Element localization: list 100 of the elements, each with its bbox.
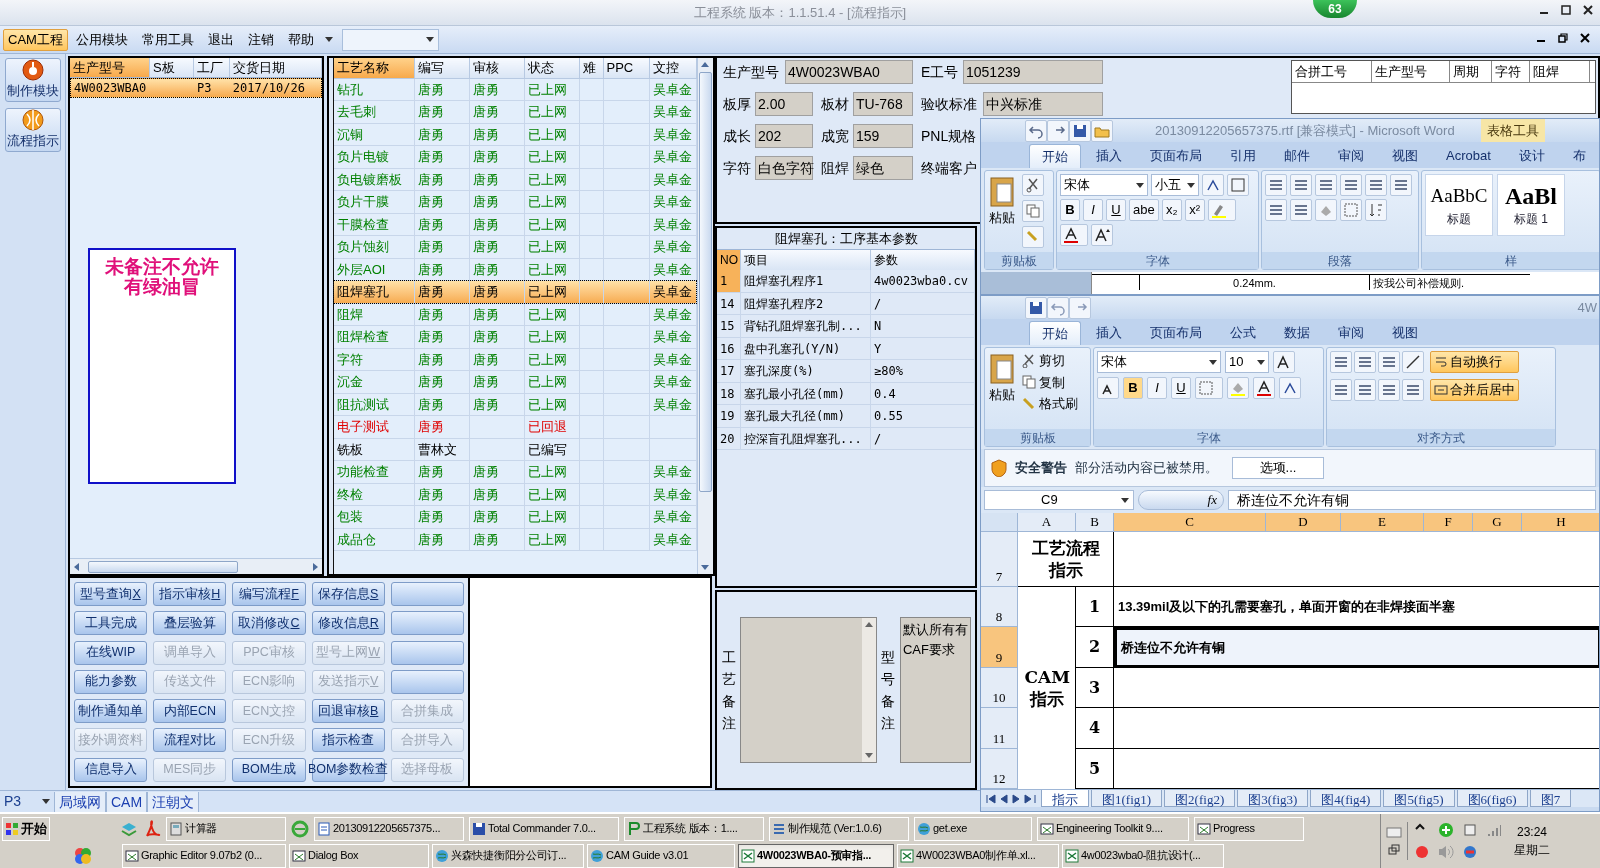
action-button[interactable]: 制作通知单 xyxy=(74,699,148,724)
taskbar-button[interactable]: Graphic Editor 9.07b2 (0... xyxy=(122,843,286,868)
taskbar-button[interactable]: 计算器 xyxy=(166,816,286,841)
grow-font-button[interactable] xyxy=(1091,224,1113,246)
numbering-button[interactable] xyxy=(1290,174,1312,196)
ribbon-tab[interactable]: 开始 xyxy=(1029,321,1081,345)
orientation-button[interactable] xyxy=(1402,351,1424,373)
sheet-tab[interactable]: 图2(fig2) xyxy=(1164,790,1236,807)
menu-item[interactable]: 注销 xyxy=(241,28,280,51)
taskbar-button[interactable]: Total Commander 7.0... xyxy=(469,816,619,841)
merge-center-button[interactable]: 合并后居中 xyxy=(1430,379,1519,401)
phonetic-button[interactable] xyxy=(1279,377,1301,399)
fill-color-button[interactable] xyxy=(1227,377,1249,399)
column-header[interactable]: 参数 xyxy=(871,250,975,270)
table-row[interactable]: 终检 唐勇 唐勇 已上网 吴卓金 xyxy=(334,483,696,506)
text-field[interactable]: 绿色 xyxy=(853,156,913,180)
borders-button[interactable] xyxy=(1340,199,1362,221)
column-header[interactable]: 编写 xyxy=(414,58,469,78)
ribbon-tab[interactable]: 数据 xyxy=(1271,321,1323,345)
ribbon-tab[interactable]: Acrobat xyxy=(1433,144,1504,168)
taskbar-button[interactable]: 4W0023WBA0制作单.xl... xyxy=(897,843,1059,868)
menu-item[interactable]: 公用模块 xyxy=(69,28,134,51)
paste-button[interactable]: 粘贴 xyxy=(988,351,1016,414)
taskbar-button[interactable]: get.exe xyxy=(914,816,1032,841)
format-button[interactable]: abe xyxy=(1129,199,1159,221)
style-preview[interactable]: AaBbC 标题 xyxy=(1425,174,1493,236)
column-header[interactable]: 合拼工号 xyxy=(1292,61,1372,82)
combo-box[interactable]: 宋体 xyxy=(1097,351,1221,373)
column-header[interactable]: 交货日期 xyxy=(230,58,322,77)
format-button[interactable]: U xyxy=(1171,377,1191,399)
status-tab[interactable]: 局域网 xyxy=(54,791,106,812)
text-field[interactable]: 中兴标准 xyxy=(983,92,1103,116)
sheet-tab[interactable]: 图6(fig6) xyxy=(1456,790,1528,807)
column-header[interactable]: 字符 xyxy=(1492,61,1530,82)
ribbon-tab[interactable]: 视图 xyxy=(1379,144,1431,168)
justify-button[interactable] xyxy=(1290,199,1312,221)
column-header[interactable]: A xyxy=(1018,513,1076,532)
action-button[interactable] xyxy=(390,669,464,694)
action-button[interactable]: 叠层验算 xyxy=(153,611,227,636)
table-row[interactable]: 包装 唐勇 唐勇 已上网 吴卓金 xyxy=(334,505,696,528)
column-header[interactable]: F xyxy=(1424,513,1473,532)
cut-button[interactable] xyxy=(1022,174,1044,196)
align-left-button[interactable] xyxy=(1365,174,1387,196)
ribbon-tab[interactable]: 设计 xyxy=(1505,144,1558,168)
action-button[interactable]: 在线WIP xyxy=(74,640,148,665)
taskbar-button[interactable]: 4W0023WBA0-预审指... xyxy=(738,843,894,868)
align-center-button[interactable] xyxy=(1390,174,1412,196)
bullets-button[interactable] xyxy=(1265,174,1287,196)
format-button[interactable]: B xyxy=(1060,199,1080,221)
formula-field[interactable]: 桥连位不允许有铜 xyxy=(1228,490,1596,510)
table-row[interactable]: 成品仓 唐勇 唐勇 已上网 吴卓金 xyxy=(334,528,696,551)
undo-button[interactable] xyxy=(1025,119,1047,142)
phonetic-button[interactable] xyxy=(1202,174,1224,196)
ribbon-tab[interactable]: 插入 xyxy=(1083,321,1135,345)
menu-item[interactable]: 退出 xyxy=(201,28,240,51)
table-row[interactable]: 钻孔 唐勇 唐勇 已上网 吴卓金 xyxy=(334,78,696,101)
pdf-icon[interactable] xyxy=(143,819,161,838)
ribbon-tab[interactable]: 视图 xyxy=(1379,321,1431,345)
align-middle-button[interactable] xyxy=(1354,351,1376,373)
taskbar-button[interactable]: Dialog Box xyxy=(289,843,429,868)
row-header[interactable]: 7 xyxy=(981,532,1018,587)
align-right-button[interactable] xyxy=(1265,199,1287,221)
ribbon-tab[interactable]: 公式 xyxy=(1217,321,1269,345)
table-row[interactable]: 阻焊检查 唐勇 唐勇 已上网 吴卓金 xyxy=(334,325,696,348)
action-button[interactable]: 工具完成 xyxy=(74,611,148,636)
menu-item[interactable]: CAM工程 xyxy=(3,28,68,51)
shrink-font-button[interactable] xyxy=(1097,377,1119,399)
column-header[interactable]: 生产型号 xyxy=(70,58,150,77)
close-icon[interactable] xyxy=(1580,33,1590,43)
start-button[interactable]: 开始 xyxy=(2,816,50,841)
align-bottom-button[interactable] xyxy=(1378,351,1400,373)
action-button[interactable]: 修改信息R xyxy=(311,611,385,636)
ribbon-tab[interactable]: 审阅 xyxy=(1325,321,1377,345)
format-button[interactable]: x₂ xyxy=(1161,199,1182,221)
restore-icon[interactable] xyxy=(1558,33,1568,43)
text-field[interactable]: 2.00 xyxy=(755,92,813,116)
table-row[interactable]: 阻抗测试 唐勇 唐勇 已上网 吴卓金 xyxy=(334,393,696,416)
text-area[interactable]: 默认所有有 CAF要求 xyxy=(900,617,971,763)
text-field[interactable]: TU-768 xyxy=(853,92,913,116)
insert-function-button[interactable]: fx xyxy=(1138,490,1224,510)
vertical-scrollbar[interactable] xyxy=(861,618,876,762)
status-tab[interactable]: 汪朝文 xyxy=(147,791,200,812)
cut-button[interactable]: 剪切 xyxy=(1022,351,1078,371)
format-button[interactable]: U xyxy=(1106,199,1126,221)
office-icon[interactable] xyxy=(73,845,93,866)
format-button[interactable]: B xyxy=(1123,377,1143,399)
table-row[interactable]: 功能检查 唐勇 唐勇 已上网 吴卓金 xyxy=(334,460,696,483)
column-header[interactable]: 项目 xyxy=(741,250,871,270)
table-row[interactable]: 阻焊 唐勇 唐勇 已上网 吴卓金 xyxy=(334,303,696,326)
row-header[interactable]: 12 xyxy=(981,749,1018,789)
table-row[interactable]: 去毛刺 唐勇 唐勇 已上网 吴卓金 xyxy=(334,100,696,123)
action-button[interactable] xyxy=(390,611,464,636)
column-header[interactable]: 工艺名称 xyxy=(334,58,414,78)
ribbon-tab[interactable]: 页面布局 xyxy=(1137,144,1215,168)
action-button[interactable]: 信息导入 xyxy=(74,757,148,782)
column-header[interactable]: H xyxy=(1522,513,1599,532)
column-header[interactable]: S板 xyxy=(150,58,194,77)
table-row[interactable]: 阻焊塞孔 唐勇 唐勇 已上网 吴卓金 xyxy=(334,280,696,303)
sheet-tab[interactable]: 图1(fig1) xyxy=(1091,790,1163,807)
row-header[interactable]: 10 xyxy=(981,668,1018,708)
